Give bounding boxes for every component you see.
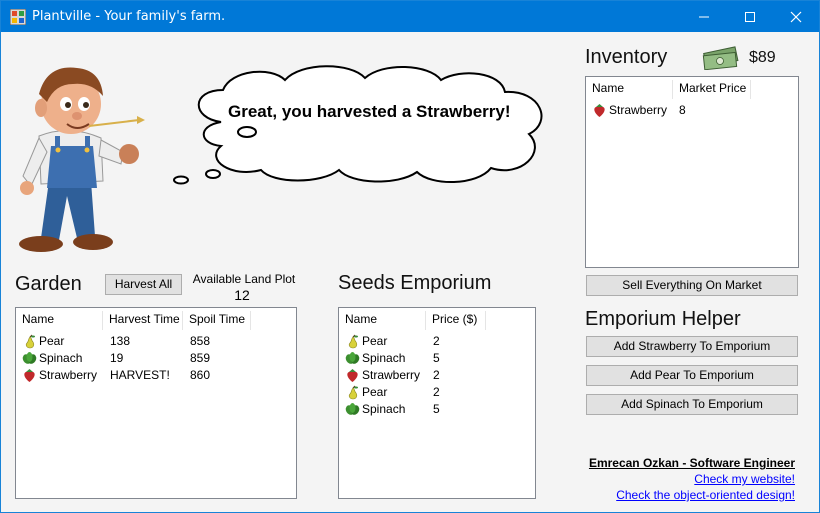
item-price: 2 [433, 368, 440, 382]
column-header-name[interactable]: Name [16, 311, 103, 330]
column-header-name[interactable]: Name [586, 80, 673, 99]
item-market-price: 8 [679, 103, 686, 117]
thought-bubble [173, 65, 543, 185]
item-harvest-time: 138 [110, 334, 131, 348]
list-item[interactable]: Pear 2 [339, 333, 535, 350]
column-header-harvest-time[interactable]: Harvest Time [103, 311, 183, 330]
item-name: Strawberry [362, 368, 421, 382]
strawberry-icon [347, 369, 358, 382]
spinach-icon [22, 352, 37, 364]
garden-list[interactable]: Name Harvest Time Spoil Time Pear 138 85… [15, 307, 297, 499]
column-header-price[interactable]: Price ($) [426, 311, 486, 330]
item-name: Strawberry [39, 368, 98, 382]
minimize-icon [699, 16, 709, 18]
app-window: Plantville - Your family's farm. Great, … [0, 0, 820, 513]
pear-icon [25, 334, 35, 349]
land-plot-label: Available Land Plot [192, 272, 296, 286]
item-name: Pear [362, 385, 388, 399]
item-price: 2 [433, 334, 440, 348]
close-button[interactable] [773, 1, 819, 32]
website-link[interactable]: Check my website! [694, 472, 795, 486]
column-header-market-price[interactable]: Market Price [673, 80, 751, 99]
land-plot-value: 12 [234, 287, 250, 303]
item-name: Spinach [39, 351, 83, 365]
list-item[interactable]: Spinach 19 859 [16, 350, 296, 367]
pear-icon [348, 334, 358, 349]
bubble-message: Great, you harvested a Strawberry! [228, 102, 511, 121]
item-harvest-time: 19 [110, 351, 124, 365]
inventory-heading: Inventory [585, 46, 668, 68]
client-area: Great, you harvested a Strawberry! Inven… [1, 32, 819, 512]
list-item[interactable]: Strawberry HARVEST! 860 [16, 367, 296, 384]
item-spoil-time: 858 [190, 334, 211, 348]
maximize-button[interactable] [727, 1, 773, 32]
emporium-helper-heading: Emporium Helper [585, 308, 741, 330]
list-item[interactable]: Spinach 5 [339, 350, 535, 367]
inventory-list[interactable]: Name Market Price Strawberry 8 [585, 76, 799, 268]
title-bar[interactable]: Plantville - Your family's farm. [1, 1, 819, 32]
seeds-list[interactable]: Name Price ($) Pear 2 Spinach 5 Strawber… [338, 307, 536, 499]
design-link[interactable]: Check the object-oriented design! [616, 488, 795, 502]
harvest-all-button[interactable]: Harvest All [105, 274, 182, 295]
add-pear-button[interactable]: Add Pear To Emporium [586, 365, 798, 386]
spinach-icon [345, 403, 360, 415]
strawberry-icon [594, 104, 605, 117]
minimize-button[interactable] [681, 1, 727, 32]
item-name: Pear [362, 334, 388, 348]
add-spinach-button[interactable]: Add Spinach To Emporium [586, 394, 798, 415]
strawberry-icon [24, 369, 35, 382]
item-price: 5 [433, 402, 440, 416]
item-name: Spinach [362, 351, 406, 365]
list-item[interactable]: Spinach 5 [339, 401, 535, 418]
list-item[interactable]: Strawberry 8 [586, 102, 798, 119]
list-item[interactable]: Pear 138 858 [16, 333, 296, 350]
column-header-name[interactable]: Name [339, 311, 426, 330]
garden-heading: Garden [15, 273, 82, 295]
money-amount: $89 [749, 49, 776, 66]
seeds-emporium-heading: Seeds Emporium [338, 272, 492, 294]
item-spoil-time: 860 [190, 368, 211, 382]
farmer-illustration [19, 67, 145, 252]
author-label: Emrecan Ozkan - Software Engineer [588, 456, 795, 470]
app-icon [10, 9, 26, 25]
item-harvest-time: HARVEST! [110, 368, 170, 382]
sell-everything-button[interactable]: Sell Everything On Market [586, 275, 798, 296]
spinach-icon [345, 352, 360, 364]
add-strawberry-button[interactable]: Add Strawberry To Emporium [586, 336, 798, 357]
close-icon [790, 11, 802, 23]
pear-icon [348, 385, 358, 400]
window-title: Plantville - Your family's farm. [32, 9, 226, 24]
list-item[interactable]: Pear 2 [339, 384, 535, 401]
item-price: 2 [433, 385, 440, 399]
column-header-spoil-time[interactable]: Spoil Time [183, 311, 251, 330]
item-price: 5 [433, 351, 440, 365]
money-icon [702, 46, 739, 70]
item-name: Strawberry [609, 103, 668, 117]
item-name: Pear [39, 334, 65, 348]
maximize-icon [745, 12, 755, 22]
item-name: Spinach [362, 402, 406, 416]
item-spoil-time: 859 [190, 351, 211, 365]
list-item[interactable]: Strawberry 2 [339, 367, 535, 384]
